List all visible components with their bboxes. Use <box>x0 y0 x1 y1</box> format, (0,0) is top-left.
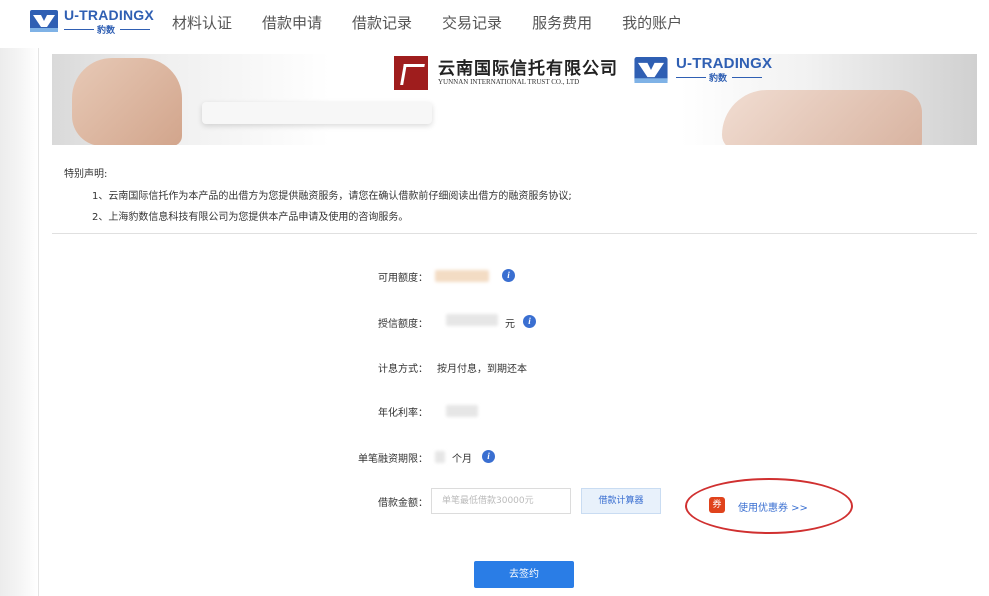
partner-subtitle: 豹数 <box>676 72 762 84</box>
info-icon[interactable]: i <box>502 269 515 282</box>
partner-logo: U-TRADINGX 豹数 <box>634 55 784 89</box>
available-credit-value-redacted <box>435 270 489 282</box>
credit-limit-value-redacted <box>446 314 498 326</box>
partner-name: U-TRADINGX <box>676 55 773 72</box>
nav-item-my-account[interactable]: 我的账户 <box>622 12 682 34</box>
annual-rate-label: 年化利率： <box>378 408 428 419</box>
notice-title: 特别声明: <box>64 169 108 180</box>
coupon-icon[interactable]: 券 <box>709 497 725 513</box>
loan-amount-input[interactable]: 单笔最低借款30000元 <box>431 488 571 514</box>
nav-item-service-fees[interactable]: 服务费用 <box>532 12 592 34</box>
interest-method-value: 按月付息，到期还本 <box>437 364 527 375</box>
banner-hand-left <box>72 58 182 145</box>
credit-limit-label: 授信额度： <box>378 319 428 330</box>
page-left-margin <box>0 48 38 596</box>
brand-logo-icon <box>30 10 58 32</box>
content-border <box>38 48 39 596</box>
banner-laptop <box>202 102 432 124</box>
section-divider <box>52 233 977 234</box>
partner-logo-icon <box>634 57 668 83</box>
available-credit-label: 可用额度： <box>378 273 428 284</box>
nav-item-transaction-records[interactable]: 交易记录 <box>442 12 502 34</box>
nav-item-material-certification[interactable]: 材料认证 <box>172 12 232 34</box>
nav-item-loan-records[interactable]: 借款记录 <box>352 12 412 34</box>
annual-rate-row: 年化利率： <box>300 400 900 422</box>
brand-sub-text: 豹数 <box>97 26 116 36</box>
trust-company-english: YUNNAN INTERNATIONAL TRUST CO., LTD <box>438 78 580 86</box>
notice-line-2: 2、上海豹数信息科技有限公司为您提供本产品申请及使用的咨询服务。 <box>92 212 409 223</box>
banner-image: 云南国际信托有限公司 YUNNAN INTERNATIONAL TRUST CO… <box>52 54 977 145</box>
annual-rate-value-redacted <box>446 405 478 417</box>
trust-company-name: 云南国际信托有限公司 <box>438 59 618 79</box>
partner-sub-text: 豹数 <box>709 74 728 84</box>
financing-term-row: 单笔融资期限： 个月 i <box>300 446 900 468</box>
financing-term-label: 单笔融资期限： <box>358 454 428 465</box>
top-navigation-bar: U-TRADINGX 豹数 材料认证 借款申请 借款记录 交易记录 服务费用 我… <box>0 0 989 48</box>
trust-logo-icon <box>394 56 428 90</box>
trust-company-logo: 云南国际信托有限公司 YUNNAN INTERNATIONAL TRUST CO… <box>394 54 624 94</box>
credit-limit-row: 授信额度： 元 i <box>300 311 900 333</box>
available-credit-row: 可用额度： i <box>300 265 900 287</box>
financing-term-unit: 个月 <box>452 454 472 465</box>
banner-hand-right <box>722 90 922 145</box>
financing-term-value-redacted <box>435 451 445 463</box>
use-coupon-link[interactable]: 使用优惠券 >> <box>738 499 808 514</box>
loan-calculator-button[interactable]: 借款计算器 <box>581 488 661 514</box>
go-sign-button[interactable]: 去签约 <box>474 561 574 588</box>
interest-method-label: 计息方式： <box>378 364 428 375</box>
brand-logo[interactable]: U-TRADINGX 豹数 <box>30 7 154 36</box>
notice-line-1: 1、云南国际信托作为本产品的出借方为您提供融资服务，请您在确认借款前仔细阅读出借… <box>92 191 572 202</box>
credit-limit-unit: 元 <box>505 319 515 330</box>
nav-item-loan-application[interactable]: 借款申请 <box>262 12 322 34</box>
brand-name: U-TRADINGX <box>64 7 154 23</box>
info-icon[interactable]: i <box>482 450 495 463</box>
loan-amount-label: 借款金额： <box>378 498 428 509</box>
interest-method-row: 计息方式： 按月付息，到期还本 <box>300 356 900 378</box>
info-icon[interactable]: i <box>523 315 536 328</box>
main-nav: 材料认证 借款申请 借款记录 交易记录 服务费用 我的账户 <box>172 12 712 34</box>
brand-subtitle: 豹数 <box>64 24 150 36</box>
